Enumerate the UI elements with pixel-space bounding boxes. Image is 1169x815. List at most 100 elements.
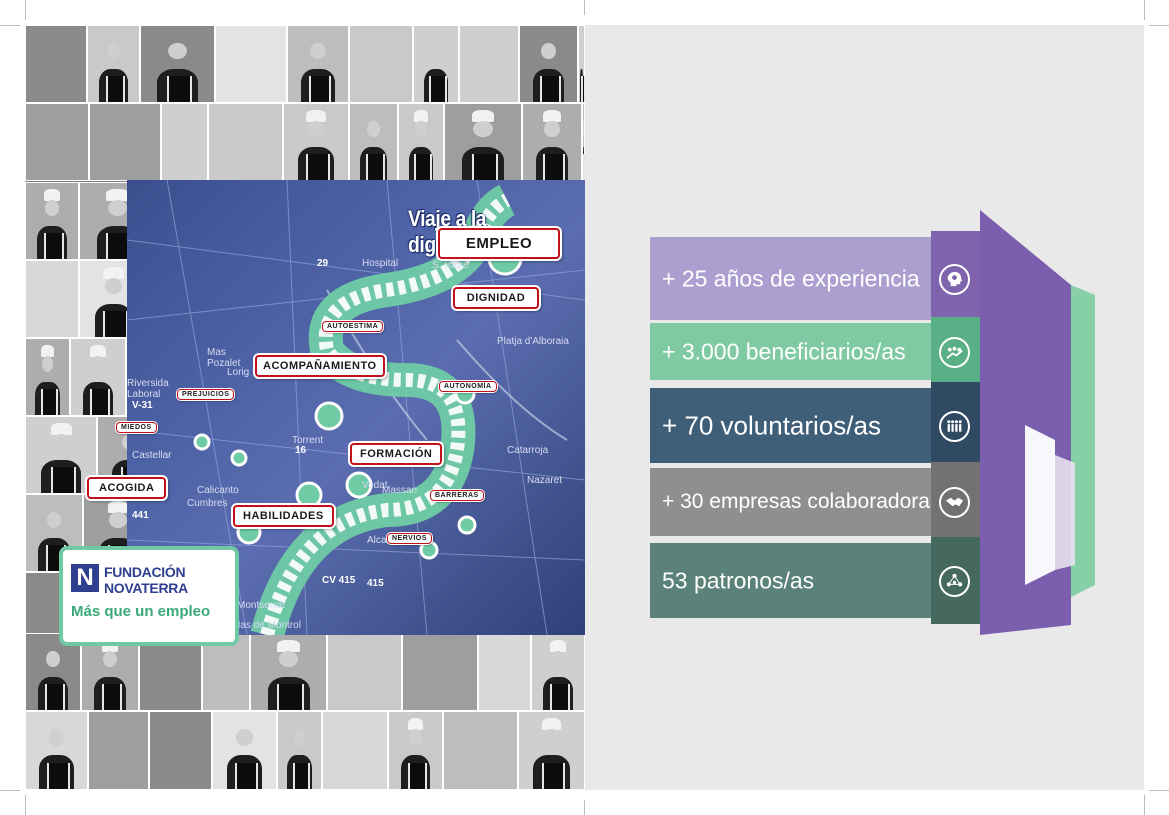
stat-text: + 25 años de experiencia [662,265,920,291]
collage-photo [250,633,327,711]
map-road-number: 415 [367,578,384,589]
collage-photo [443,711,518,790]
collage-photo [413,25,459,103]
logo-line-1: FUNDACIÓN [104,564,186,580]
collage-photo [519,25,578,103]
sign-empleo: EMPLEO [438,228,560,259]
sign-nervios: NERVIOS [387,533,432,544]
crop-mark [0,790,20,791]
crop-mark [1144,0,1145,20]
collage-photo [25,711,88,790]
collage-photo [277,711,322,790]
collage-photo [88,711,149,790]
collage-photo [398,103,444,181]
sign-barreras: BARRERAS [430,490,484,501]
map-place-label: Calicanto [197,485,239,496]
cube-letter-shape [1025,425,1055,585]
collage-photo [25,25,87,103]
fundacion-novaterra-logo: N FUNDACIÓN NOVATERRA Más que un empleo [59,546,239,646]
collage-photo [287,25,349,103]
sign-acompanamiento: ACOMPAÑAMIENTO [255,355,385,377]
collage-photo [388,711,443,790]
crop-mark [25,0,26,20]
collage-photo [322,711,388,790]
map-place-label: S. Isidre [432,260,469,271]
map-place-label: Mas de Montrol [232,620,301,631]
collage-photo [212,711,277,790]
collage-photo [87,25,140,103]
collage-photo [518,711,585,790]
stat-band: + 3.000 beneficiarios/as [650,323,931,380]
map-road-number: 441 [132,510,149,521]
sign-prejuicios: PREJUICIOS [177,389,235,400]
map-place-label: Montserrat [237,600,285,611]
map-road-number: 29 [317,258,329,269]
collage-photo [25,103,89,181]
map-place-label: Hospital [362,258,399,269]
collage-photo [349,25,413,103]
collage-photo [25,338,70,416]
map-place-label: Cumbres [187,498,228,509]
collage-photo [140,25,215,103]
map-place-label: Nazaret [527,475,563,486]
collage-photo [459,25,519,103]
collage-photo [70,338,126,416]
map-place-label: Lorig [227,367,250,378]
collage-photo [89,103,161,181]
stat-icon-tab [931,537,980,624]
map-place-label: Castellar [132,450,172,461]
stat-band: + 30 empresas colaboradoras [650,468,940,536]
map-place-label: Platja d'Alboraia [497,336,569,347]
crop-mark [25,795,26,815]
stat-text: + 70 voluntarios/as [662,410,881,440]
logo-line-2: NOVATERRA [104,580,188,596]
collage-photo [478,633,531,711]
map-place-label: Catarroja [507,445,549,456]
map-road-number: V-31 [132,400,153,411]
sign-acogida: ACOGIDA [87,477,167,499]
collage-photo [25,182,79,260]
collage-photo [522,103,582,181]
stat-band: + 70 voluntarios/as [650,388,931,463]
map-place-label: Massan [382,485,418,496]
sign-dignidad: DIGNIDAD [453,287,539,309]
map-road-number: CV 415 [322,575,356,586]
stat-icon-tab [931,317,980,386]
fold-mark [584,800,585,815]
stats-panel: + 25 años de experiencia + 3.000 benefici… [585,25,1144,790]
fold-mark [584,0,585,15]
crop-mark [1144,795,1145,815]
collage-photo [215,25,287,103]
sign-miedos: MIEDOS [116,422,157,433]
stat-icon-tab [931,231,980,326]
crop-mark [1149,790,1169,791]
collage-photo [149,711,212,790]
collage-photo [444,103,522,181]
novaterra-mark: N [71,564,99,592]
map-place-label: Laboral [127,389,161,400]
photo-collage: MassaHospitalS. IsidrePlatja d'AlboraiaM… [25,25,585,790]
collage-photo [208,103,283,181]
collage-photo [327,633,402,711]
group-icon [939,410,970,442]
collage-photo [349,103,398,181]
stat-band: 53 patronos/as [650,543,931,618]
people-growth-icon [939,336,970,368]
collage-photo [161,103,208,181]
head-idea-icon [939,263,970,295]
network-icon [939,565,970,597]
sign-autonomia: AUTONOMÍA [439,381,497,392]
crop-mark [1149,25,1169,26]
collage-photo [25,260,79,338]
collage-photo [531,633,585,711]
stat-text: + 3.000 beneficiarios/as [662,338,906,364]
stat-band: + 25 años de experiencia [650,237,931,320]
sign-formacion: FORMACIÓN [350,443,443,465]
collage-photo [578,25,585,103]
handshake-icon [939,487,970,518]
stat-icon-tab [931,382,980,469]
logo-tagline: Más que un empleo [71,603,211,620]
stat-text: + 30 empresas colaboradoras [662,490,941,513]
sign-habilidades: HABILIDADES [233,505,334,527]
stat-icon-tab [931,462,980,542]
